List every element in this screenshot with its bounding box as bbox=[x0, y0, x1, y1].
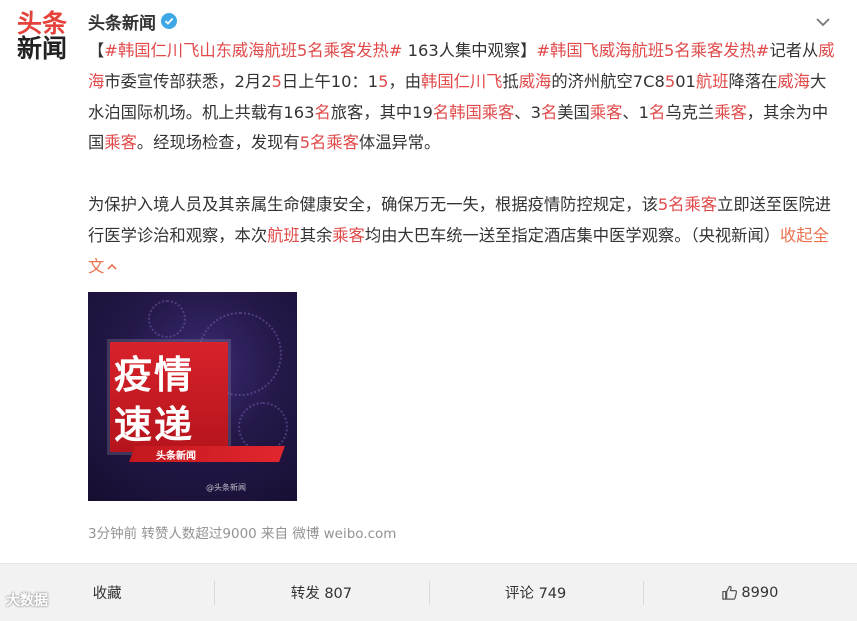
highlighted-keyword: 5名乘客 bbox=[299, 133, 359, 153]
repost-button[interactable]: 转发 807 bbox=[214, 578, 428, 608]
post-text: 、3 bbox=[514, 102, 541, 122]
post-text: 记者从 bbox=[769, 41, 819, 60]
highlighted-keyword: 名韩国乘客 bbox=[432, 102, 515, 122]
image-watermark: @头条新闻 bbox=[206, 483, 246, 492]
highlighted-keyword: 航班 bbox=[695, 71, 729, 91]
highlighted-keyword: 乘客 bbox=[589, 102, 623, 122]
author-name[interactable]: 头条新闻 bbox=[88, 9, 156, 34]
post-source: 来自 微博 weibo.com bbox=[261, 526, 397, 542]
highlighted-keyword: 航班 bbox=[267, 225, 300, 245]
highlighted-keyword: 5 bbox=[378, 71, 389, 91]
post-text: 乌克兰 bbox=[665, 102, 715, 122]
post-meta: 3分钟前 转赞人数超过9000 来自 微博 weibo.com bbox=[88, 522, 396, 542]
favorite-label: 收藏 bbox=[92, 586, 122, 602]
highlighted-keyword: 威海 bbox=[518, 71, 552, 91]
avatar-text-line1: 头条 bbox=[16, 8, 67, 38]
image-strip bbox=[129, 446, 285, 462]
comment-button[interactable]: 评论 749 bbox=[428, 578, 643, 608]
post-text: 【 bbox=[88, 41, 105, 60]
highlighted-keyword: 威海 bbox=[777, 71, 810, 91]
post-time[interactable]: 3分钟前 bbox=[88, 526, 137, 542]
highlighted-keyword: 名 bbox=[649, 102, 666, 122]
watermark-text: 大数据 bbox=[6, 593, 48, 609]
action-bar: 收藏 转发 807 评论 749 8990 bbox=[0, 563, 857, 621]
post-text: ，由 bbox=[388, 71, 422, 91]
chevron-up-icon bbox=[107, 263, 117, 270]
post-text: 其余 bbox=[299, 225, 333, 245]
post-content: 【#韩国仁川飞山东威海航班5名乘客发热# 163人集中观察】#韩国飞威海航班5名… bbox=[88, 36, 836, 282]
hashtag-link[interactable]: #韩国仁川飞山东威海航班5名乘客发热# bbox=[104, 41, 402, 60]
highlighted-keyword: 乘客 bbox=[714, 102, 747, 122]
highlighted-keyword: 韩国仁川飞 bbox=[421, 71, 503, 91]
virus-decoration bbox=[148, 300, 186, 338]
highlighted-keyword: 5 bbox=[271, 71, 282, 91]
post-text: 市委宣传部获悉，2月2 bbox=[104, 71, 272, 91]
post-text: 。经现场检查，发现有 bbox=[136, 133, 300, 153]
post-paragraph-2: 为保护入境人员及其亲属生命健康安全，确保万无一失，根据疫情防控规定，该5名乘客立… bbox=[88, 190, 836, 282]
repost-label: 转发 807 bbox=[290, 586, 353, 602]
post-image-thumbnail[interactable]: 疫情 速递 头条新闻 @头条新闻 bbox=[88, 292, 297, 501]
post-text: 、1 bbox=[622, 102, 650, 122]
avatar-text-line2: 新闻 bbox=[16, 34, 67, 63]
highlighted-keyword: 名 bbox=[540, 102, 558, 122]
post-paragraph-1: 【#韩国仁川飞山东威海航班5名乘客发热# 163人集中观察】#韩国飞威海航班5名… bbox=[88, 36, 836, 159]
post-text: 为保护入境人员及其亲属生命健康安全，确保万无一失，根据疫情防控规定，该 bbox=[88, 194, 658, 214]
highlighted-keyword: 5 bbox=[664, 71, 676, 91]
post-text: 降落在 bbox=[728, 71, 778, 91]
post-text: 的济州航空7C8 bbox=[551, 71, 665, 91]
hashtag-link[interactable]: #韩国飞威海航班5名乘客发热# bbox=[536, 41, 769, 60]
post-text: 日上午10：1 bbox=[281, 71, 379, 91]
post-text: 均由大巴车统一送至指定酒店集中医学观察。（央视新闻） bbox=[364, 225, 781, 245]
post-text: 163人集中观察】 bbox=[402, 41, 537, 60]
author-header: 头条新闻 bbox=[88, 8, 177, 34]
author-avatar[interactable]: 头条 新闻 bbox=[14, 8, 70, 64]
highlighted-keyword: 乘客 bbox=[332, 225, 365, 245]
like-button[interactable]: 8990 bbox=[642, 578, 857, 608]
post-text: 旅客，其中19 bbox=[330, 102, 433, 122]
chevron-down-icon[interactable] bbox=[813, 12, 833, 32]
image-title-line1: 疫情 bbox=[114, 353, 195, 397]
post-text: 体温异常。 bbox=[358, 133, 441, 153]
highlighted-keyword: 5名乘客 bbox=[657, 194, 718, 214]
thumbs-up-icon bbox=[722, 585, 738, 600]
post-text: 美国 bbox=[557, 102, 590, 122]
virus-decoration bbox=[238, 402, 288, 452]
post-text: 抵 bbox=[502, 71, 519, 91]
highlighted-keyword: 名 bbox=[314, 102, 331, 122]
image-title-line2: 速递 bbox=[114, 403, 195, 447]
highlighted-keyword: 乘客 bbox=[104, 133, 137, 153]
repost-like-note: 转赞人数超过9000 bbox=[141, 526, 257, 542]
comment-label: 评论 749 bbox=[504, 586, 567, 602]
verified-badge-icon bbox=[161, 13, 177, 29]
image-strip-text: 头条新闻 bbox=[156, 451, 196, 462]
footer-watermark-logo: 大数据 bbox=[6, 590, 48, 610]
like-count: 8990 bbox=[741, 584, 779, 601]
post-text: 01 bbox=[675, 71, 696, 91]
